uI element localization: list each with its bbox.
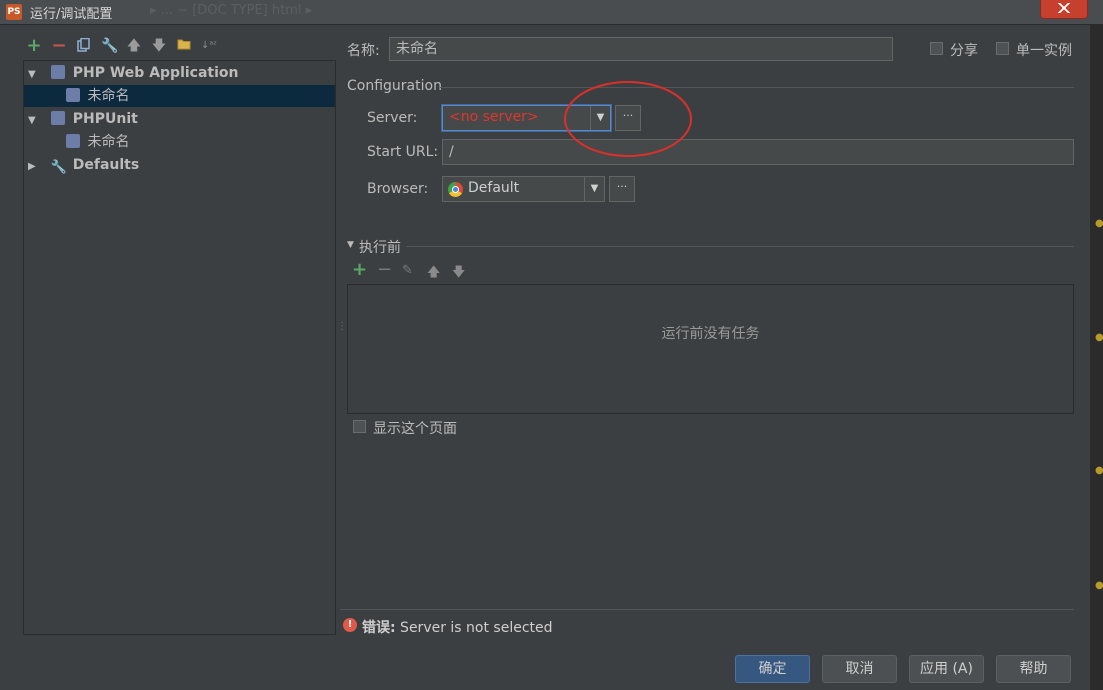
name-label: 名称: [347, 43, 380, 59]
configuration-tree: ▼ PHP Web Application 未命名 ▼ PHPUnit 未命名 … [23, 60, 336, 635]
splitter-handle[interactable]: ⋮ [337, 322, 347, 332]
tree-node-unnamed-phpunit[interactable]: 未命名 [24, 131, 335, 153]
app-icon: PS [6, 4, 22, 20]
phpunit-icon [50, 111, 65, 125]
move-down-task-icon[interactable]: 🡇 [452, 263, 465, 285]
tree-node-php-web-application[interactable]: ▼ PHP Web Application [24, 62, 335, 84]
folder-icon[interactable] [176, 38, 192, 54]
background-window-title: ▸ ... ~ [DOC TYPE] html ▸ [150, 3, 313, 18]
browser-select[interactable]: Default ▼ [442, 176, 605, 202]
error-message: 错误: Server is not selected [362, 617, 553, 637]
tree-node-defaults[interactable]: ▶ 🔧 Defaults [24, 154, 335, 176]
tree-node-label: 未命名 [87, 88, 130, 104]
start-url-field[interactable]: / [442, 139, 1074, 165]
editor-gutter-mark: ● [1095, 332, 1103, 343]
annotation-circle [564, 81, 692, 157]
tree-node-label: 未命名 [87, 134, 130, 150]
move-up-icon[interactable]: 🡅 [126, 38, 142, 54]
name-field[interactable]: 未命名 [389, 37, 893, 61]
ok-button[interactable]: 确定 [735, 655, 810, 683]
window-title: 运行/调试配置 [30, 7, 113, 22]
single-instance-label: 单一实例 [1016, 43, 1072, 59]
php-config-icon [66, 134, 80, 148]
expand-arrow-icon[interactable]: ▼ [28, 110, 42, 132]
move-down-icon[interactable]: 🡇 [151, 38, 167, 54]
apply-button[interactable]: 应用 (A) [909, 655, 984, 683]
error-icon: ! [343, 618, 357, 632]
sort-icon[interactable]: ↓ᵃᶻ [201, 38, 217, 54]
single-instance-checkbox[interactable] [996, 42, 1009, 55]
editor-gutter-mark: ● [1095, 465, 1103, 476]
add-task-icon[interactable]: + [352, 261, 367, 279]
browser-browse-button[interactable]: ··· [609, 176, 635, 202]
show-page-label: 显示这个页面 [373, 421, 457, 437]
empty-tasks-text: 运行前没有任务 [661, 326, 760, 342]
close-window-button[interactable] [1040, 0, 1088, 19]
start-url-label: Start URL: [367, 144, 439, 160]
share-checkbox[interactable] [930, 42, 943, 55]
server-label: Server: [367, 110, 418, 126]
section-divider [406, 246, 1074, 247]
error-prefix: 错误: [362, 620, 396, 636]
before-launch-task-list[interactable]: 运行前没有任务 [347, 284, 1074, 414]
show-page-checkbox[interactable] [353, 420, 366, 433]
edit-task-icon[interactable]: ✎ [402, 263, 413, 278]
copy-icon[interactable] [76, 37, 92, 54]
add-icon[interactable]: + [26, 37, 42, 55]
section-divider [440, 87, 1074, 88]
editor-gutter-mark: ● [1095, 580, 1103, 591]
wrench-icon[interactable]: 🔧 [101, 38, 118, 54]
collapse-arrow-icon[interactable]: ▼ [347, 240, 354, 250]
cancel-button[interactable]: 取消 [822, 655, 897, 683]
expand-arrow-icon[interactable]: ▼ [28, 64, 42, 86]
php-web-app-icon [50, 65, 65, 79]
remove-task-icon[interactable]: − [377, 261, 392, 279]
remove-icon[interactable]: − [51, 37, 67, 55]
tree-node-label: Defaults [72, 157, 140, 173]
editor-gutter-mark: ● [1095, 218, 1103, 229]
error-divider [340, 609, 1074, 610]
defaults-wrench-icon: 🔧 [50, 160, 68, 175]
share-label: 分享 [950, 43, 978, 59]
move-up-task-icon[interactable]: 🡅 [427, 263, 440, 285]
configuration-section-title: Configuration [347, 78, 442, 94]
tree-node-unnamed-web[interactable]: 未命名 [24, 85, 335, 107]
collapse-arrow-icon[interactable]: ▶ [28, 156, 42, 178]
tree-node-label: PHP Web Application [72, 65, 239, 81]
browser-select-value: Default [468, 180, 520, 196]
chrome-icon [448, 182, 463, 197]
browser-label: Browser: [367, 181, 429, 197]
tree-node-phpunit[interactable]: ▼ PHPUnit [24, 108, 335, 130]
server-select-value: <no server> [449, 109, 539, 125]
tree-node-label: PHPUnit [72, 111, 138, 127]
php-config-icon [66, 88, 80, 102]
error-text: Server is not selected [395, 620, 553, 636]
help-button[interactable]: 帮助 [996, 655, 1071, 683]
before-launch-section-title: 执行前 [359, 240, 401, 256]
dropdown-arrow-icon[interactable]: ▼ [584, 177, 604, 201]
